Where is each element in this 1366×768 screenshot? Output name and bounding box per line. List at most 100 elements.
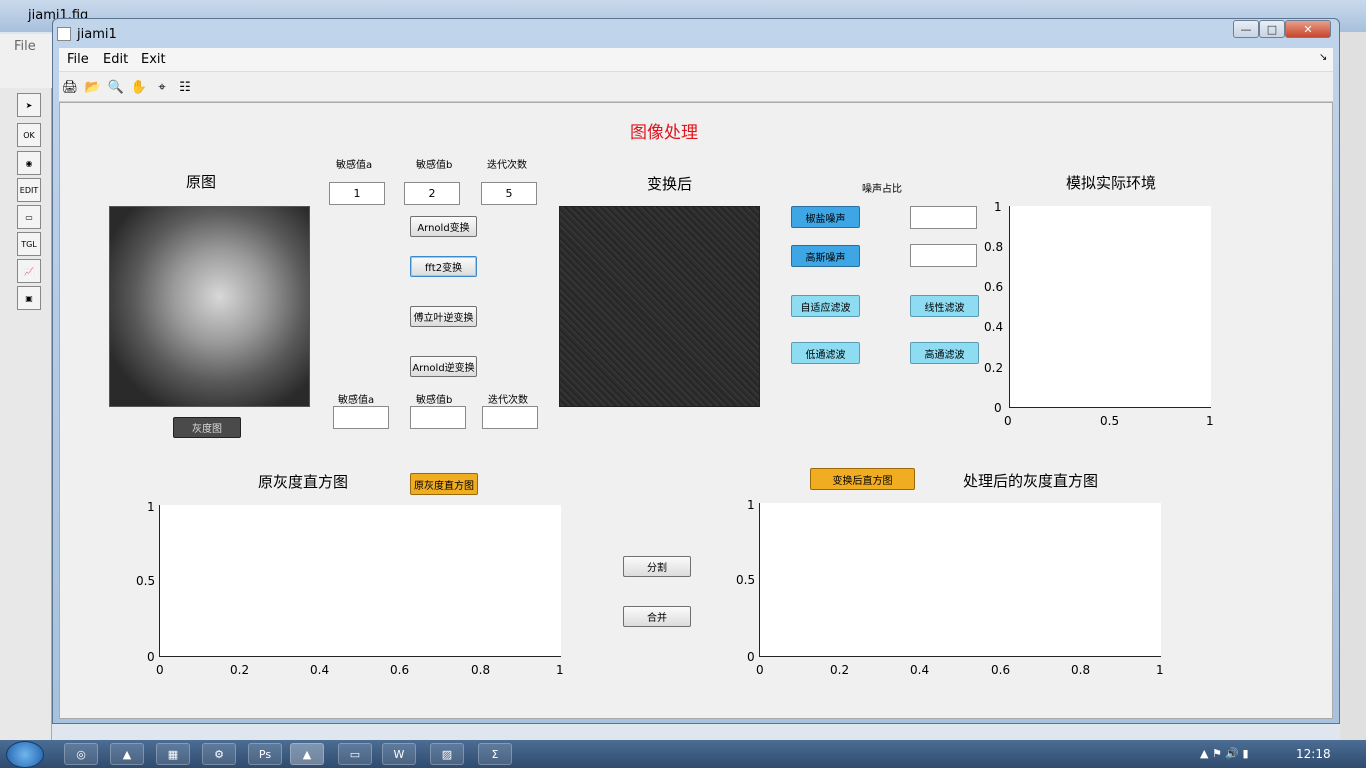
select-arrow-icon[interactable]: ➤	[17, 93, 41, 117]
sens-b-input-bottom[interactable]	[410, 406, 466, 429]
office-icon[interactable]: ▦	[156, 743, 190, 765]
minimize-button[interactable]: —	[1233, 20, 1259, 38]
figure-window: jiami1 — □ ✕ File Edit Exit ↘ 🖨 📂 🔍 ✋ ⌖ …	[52, 18, 1340, 724]
sens-b-label-top: 敏感值b	[416, 160, 453, 171]
open-folder-icon[interactable]: 📂	[84, 78, 102, 96]
toggle-button-icon[interactable]: TGL	[17, 232, 41, 256]
proc-hist-xtick: 0	[756, 663, 764, 677]
figure-canvas: 图像处理 原图 灰度图 敏感值a 敏感值b 迭代次数 1 2 5 Arnold变…	[59, 102, 1333, 719]
word-icon[interactable]: W	[382, 743, 416, 765]
pan-hand-icon[interactable]: ✋	[130, 78, 148, 96]
orig-hist-axes	[159, 505, 561, 657]
panel-icon[interactable]: ▣	[17, 286, 41, 310]
noise-ratio-label: 噪声占比	[862, 184, 902, 195]
taskbar: ◎ ▲ ▦ ⚙ Ps ▲ ▭ W ▨ Σ ▲ ⚑ 🔊 ▮ 12:18	[0, 740, 1366, 768]
proc-hist-ytick: 0.5	[736, 573, 756, 587]
data-cursor-icon[interactable]: ⌖	[153, 78, 171, 96]
menu-exit[interactable]: Exit	[141, 52, 166, 67]
sim-ytick: 0.8	[984, 240, 1004, 254]
orig-hist-xtick: 0.4	[310, 663, 330, 677]
adaptive-filter-button[interactable]: 自适应滤波	[791, 295, 860, 317]
gaussian-noise-button[interactable]: 高斯噪声	[791, 245, 860, 267]
simulate-axes	[1009, 206, 1211, 408]
clock[interactable]: 12:18	[1296, 747, 1331, 761]
orig-hist-xtick: 0.6	[390, 663, 410, 677]
orig-hist-ytick: 0.5	[136, 574, 156, 588]
linear-filter-button[interactable]: 线性滤波	[910, 295, 979, 317]
gauss-noise-ratio-input[interactable]	[910, 244, 977, 267]
sim-ytick: 0.6	[984, 280, 1004, 294]
figure-title: jiami1	[77, 26, 117, 42]
dock-arrow-icon[interactable]: ↘	[1319, 52, 1327, 63]
acrobat-icon[interactable]: ▲	[110, 743, 144, 765]
sim-xtick: 0.5	[1100, 414, 1120, 428]
menu-edit[interactable]: Edit	[103, 52, 128, 67]
tool-icon[interactable]: ⚙	[202, 743, 236, 765]
orig-hist-ytick: 1	[147, 500, 155, 514]
salt-pepper-noise-button[interactable]: 椒盐噪声	[791, 206, 860, 228]
sens-a-input-top[interactable]: 1	[329, 182, 385, 205]
salt-noise-ratio-input[interactable]	[910, 206, 977, 229]
push-button-icon[interactable]: OK	[17, 123, 41, 147]
photoshop-icon[interactable]: Ps	[248, 743, 282, 765]
iter-input-bottom[interactable]	[482, 406, 538, 429]
figure-titlebar: jiami1	[57, 23, 117, 45]
merge-button[interactable]: 合并	[623, 606, 691, 627]
highpass-filter-button[interactable]: 高通滤波	[910, 342, 979, 364]
guide-menu-file[interactable]: File	[14, 39, 36, 54]
proc-hist-xtick: 0.2	[830, 663, 850, 677]
matlab-icon[interactable]: ▲	[290, 743, 324, 765]
split-button[interactable]: 分割	[623, 556, 691, 577]
sens-a-input-bottom[interactable]	[333, 406, 389, 429]
toolbar: 🖨 📂 🔍 ✋ ⌖ ☷	[59, 72, 1333, 102]
arnold-button[interactable]: Arnold变换	[410, 216, 477, 237]
chrome-icon[interactable]: ◎	[64, 743, 98, 765]
proc-hist-xtick: 0.8	[1071, 663, 1091, 677]
iter-input-top[interactable]: 5	[481, 182, 537, 205]
transformed-label: 变换后	[647, 175, 693, 193]
fft2-button[interactable]: fft2变换	[410, 256, 477, 277]
proc-hist-ytick: 1	[747, 498, 755, 512]
start-button[interactable]	[6, 741, 44, 768]
tray-icons[interactable]: ▲ ⚑ 🔊 ▮	[1200, 747, 1249, 760]
edit-text-icon[interactable]: EDIT	[17, 178, 41, 202]
axes-icon[interactable]: 📈	[17, 259, 41, 283]
transformed-image	[559, 206, 760, 407]
orig-hist-xtick: 0	[156, 663, 164, 677]
maximize-button[interactable]: □	[1259, 20, 1285, 38]
orig-hist-button[interactable]: 原灰度直方图	[410, 473, 478, 495]
proc-hist-xtick: 0.4	[910, 663, 930, 677]
gray-image-button[interactable]: 灰度图	[173, 417, 241, 438]
sigma-icon[interactable]: Σ	[478, 743, 512, 765]
radio-button-icon[interactable]: ◉	[17, 151, 41, 175]
iter-label-bottom: 迭代次数	[488, 395, 528, 406]
sens-a-label-bottom: 敏感值a	[338, 395, 375, 406]
popup-menu-icon[interactable]: ▭	[17, 205, 41, 229]
guide-menubar: File	[0, 34, 52, 58]
transformed-hist-button[interactable]: 变换后直方图	[810, 468, 915, 490]
proc-hist-xtick: 1	[1156, 663, 1164, 677]
lowpass-filter-button[interactable]: 低通滤波	[791, 342, 860, 364]
sens-b-input-top[interactable]: 2	[404, 182, 460, 205]
sens-b-label-bottom: 敏感值b	[416, 395, 453, 406]
explorer-icon[interactable]: ▭	[338, 743, 372, 765]
close-button[interactable]: ✕	[1285, 20, 1331, 38]
simulate-label: 模拟实际环境	[1066, 174, 1157, 192]
inverse-fourier-button[interactable]: 傅立叶逆变换	[410, 306, 477, 327]
arnold-inverse-button[interactable]: Arnold逆变换	[410, 356, 477, 377]
sens-a-label-top: 敏感值a	[336, 160, 373, 171]
sim-xtick: 1	[1206, 414, 1214, 428]
proc-hist-ytick: 0	[747, 650, 755, 664]
insert-legend-icon[interactable]: ☷	[176, 78, 194, 96]
original-label: 原图	[186, 173, 217, 191]
menu-file[interactable]: File	[67, 52, 89, 67]
print-icon[interactable]: 🖨	[61, 78, 79, 96]
iter-label-top: 迭代次数	[487, 160, 527, 171]
proc-hist-xtick: 0.6	[991, 663, 1011, 677]
orig-hist-xtick: 0.8	[471, 663, 491, 677]
zoom-icon[interactable]: 🔍	[107, 78, 125, 96]
page-title: 图像处理	[630, 123, 698, 143]
orig-hist-label: 原灰度直方图	[258, 473, 349, 491]
sim-ytick: 1	[994, 200, 1002, 214]
paint-icon[interactable]: ▨	[430, 743, 464, 765]
